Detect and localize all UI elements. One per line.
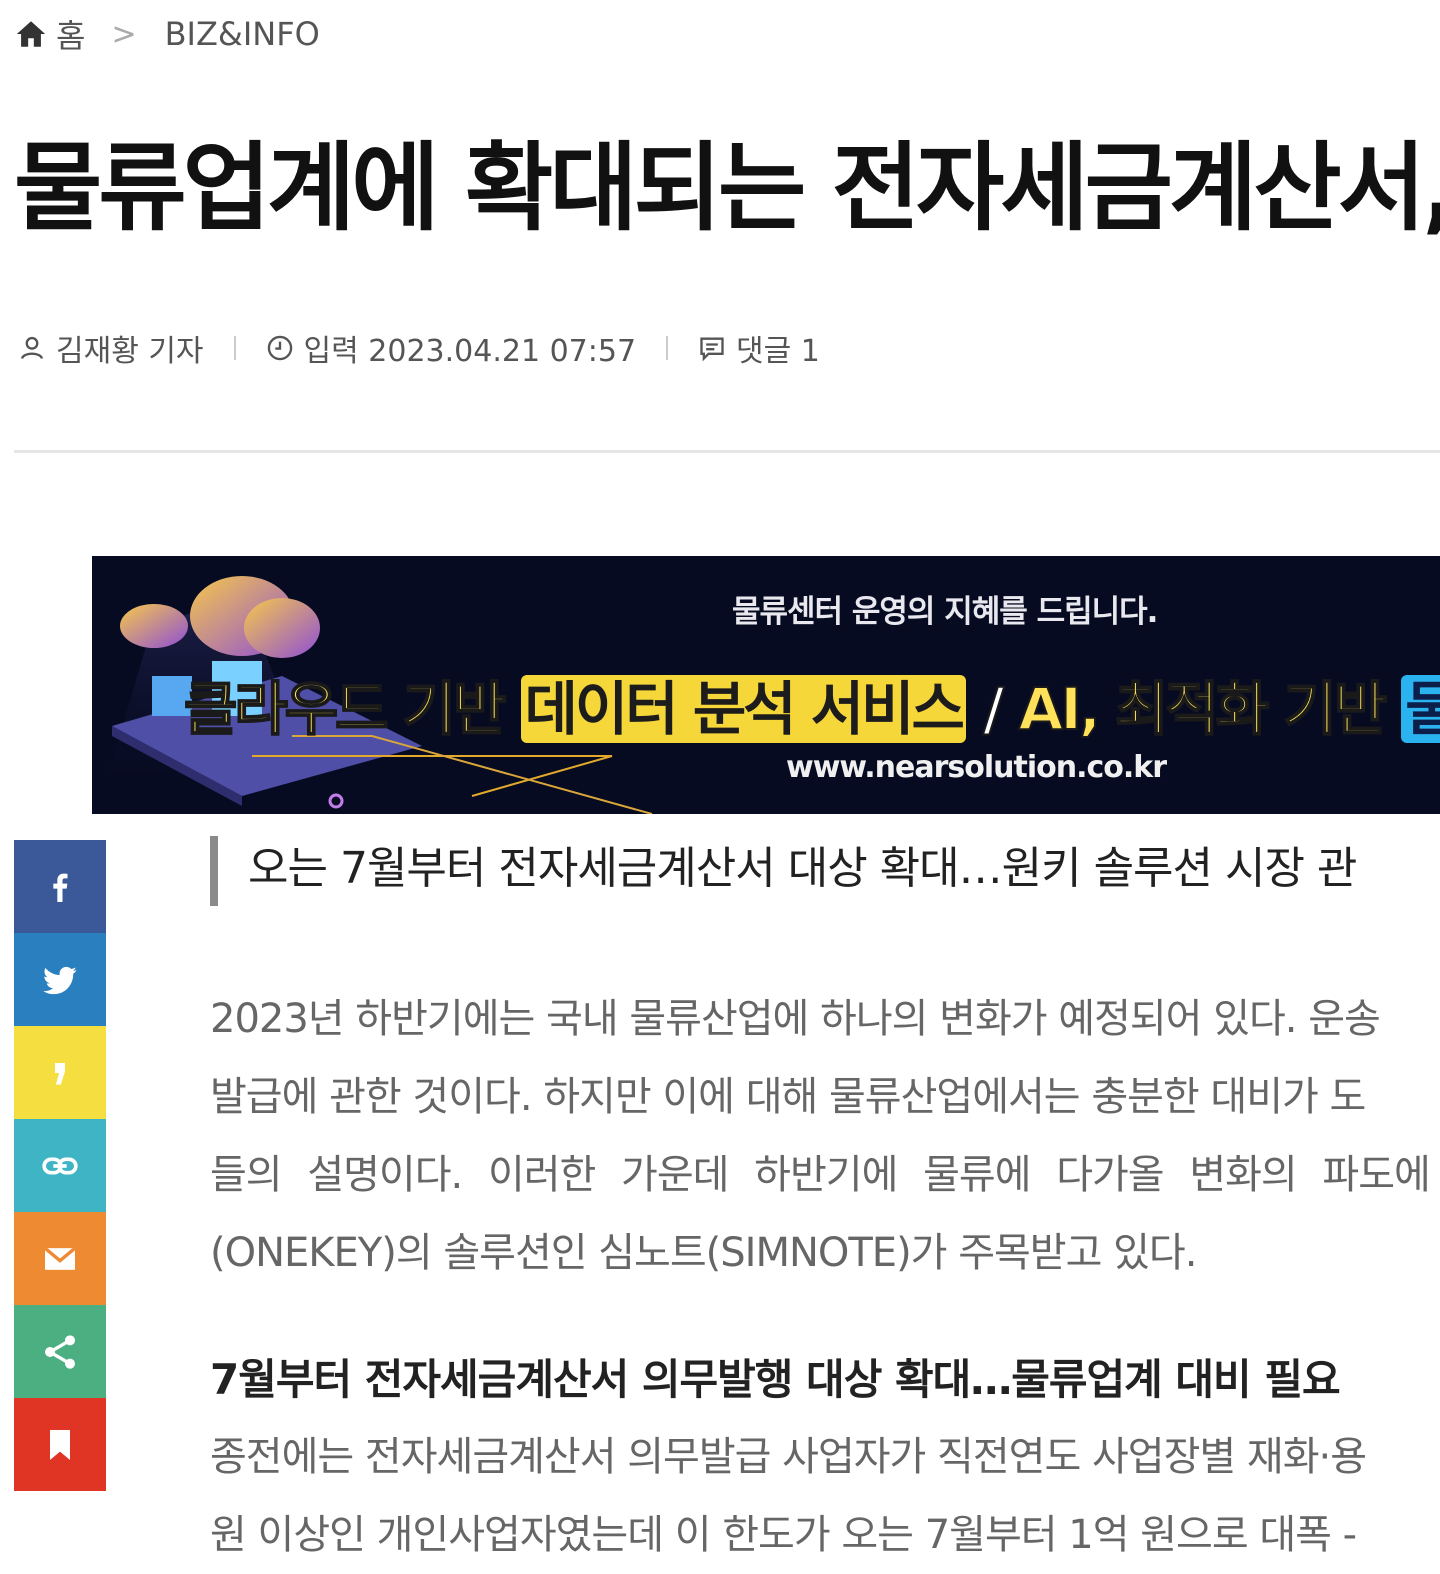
facebook-share-button[interactable] xyxy=(14,840,106,933)
paragraph-line: 발급에 관한 것이다. 하지만 이에 대해 물류산업에서는 충분한 대비가 도 xyxy=(210,1074,1366,1120)
banner-headline-part1: 클라우드 기반 xyxy=(183,674,521,744)
twitter-share-button[interactable] xyxy=(14,933,106,1026)
meta-divider xyxy=(233,336,236,360)
bookmark-icon xyxy=(50,1429,70,1460)
share-sidebar xyxy=(14,840,106,1491)
email-share-button[interactable] xyxy=(14,1212,106,1305)
breadcrumb-home-link[interactable]: 홈 xyxy=(56,11,85,57)
more-share-button[interactable] xyxy=(14,1305,106,1398)
paragraph-line: (ONEKEY)의 솔루션인 심노트(SIMNOTE)가 주목받고 있다. xyxy=(210,1230,1197,1276)
banner-tagline: 물류센터 운영의 지혜를 드립니다. xyxy=(732,594,1158,630)
banner-headline-highlight2: 물류기 xyxy=(1401,675,1440,743)
date-info: 입력 2023.04.21 07:57 xyxy=(266,326,637,370)
author-info: 김재황 기자 xyxy=(18,326,204,370)
article-paragraph: 2023년 하반기에는 국내 물류산업에 하나의 변화가 예정되어 있다. 운송… xyxy=(210,980,1440,1292)
banner-ad[interactable]: 물류센터 운영의 지혜를 드립니다. 클라우드 기반 데이터 분석 서비스 / … xyxy=(92,556,1440,814)
breadcrumb-section-link[interactable]: BIZ&INFO xyxy=(165,15,320,53)
banner-headline-part2: AI, 최적화 기반 xyxy=(1017,674,1402,744)
paragraph-line: 들의 설명이다. 이러한 가운데 하반기에 물류에 다가올 변화의 파도에 xyxy=(210,1152,1431,1198)
meta-divider xyxy=(666,336,669,360)
link-icon xyxy=(42,1157,78,1174)
copy-link-button[interactable] xyxy=(14,1119,106,1212)
user-icon xyxy=(18,334,46,362)
banner-headline: 클라우드 기반 데이터 분석 서비스 / AI, 최적화 기반 물류기 xyxy=(183,662,1440,746)
bookmark-button[interactable] xyxy=(14,1398,106,1491)
banner-url: www.nearsolution.co.kr xyxy=(786,750,1167,785)
paragraph-line: 종전에는 전자세금계산서 의무발급 사업자가 직전연도 사업장별 재화·용 xyxy=(210,1434,1367,1480)
author-name: 김재황 기자 xyxy=(56,334,204,369)
facebook-icon xyxy=(53,873,68,902)
banner-headline-highlight1: 데이터 분석 서비스 xyxy=(520,675,966,743)
article-paragraph: 종전에는 전자세금계산서 의무발급 사업자가 직전연도 사업장별 재화·용 원 … xyxy=(210,1418,1440,1574)
mail-icon xyxy=(43,1246,77,1270)
banner-headline-separator: / xyxy=(965,674,1019,744)
paragraph-line: 2023년 하반기에는 국내 물류산업에 하나의 변화가 예정되어 있다. 운송 xyxy=(210,996,1381,1042)
section-title: 7월부터 전자세금계산서 의무발행 대상 확대…물류업계 대비 필요 xyxy=(210,1355,1341,1404)
article-subheading: 오는 7월부터 전자세금계산서 대상 확대…원키 솔루션 시장 관 xyxy=(210,836,1440,906)
twitter-icon xyxy=(43,966,77,994)
article-title: 물류업계에 확대되는 전자세금계산서, xyxy=(14,132,1440,244)
kakaostory-icon xyxy=(55,1062,65,1085)
share-icon xyxy=(45,1334,75,1369)
breadcrumb: 홈 > BIZ&INFO xyxy=(14,12,320,56)
paragraph-line: 원 이상인 개인사업자였는데 이 한도가 오는 7월부터 1억 원으로 대폭 - xyxy=(210,1512,1357,1558)
article-meta: 김재황 기자 입력 2023.04.21 07:57 댓글 1 xyxy=(18,326,820,370)
chevron-right-icon: > xyxy=(111,16,137,52)
home-icon[interactable] xyxy=(14,17,48,51)
comment-count: 댓글 1 xyxy=(736,334,820,369)
clock-icon xyxy=(266,334,294,362)
comment-icon xyxy=(698,334,726,362)
kakaostory-share-button[interactable] xyxy=(14,1026,106,1119)
header-divider xyxy=(14,450,1440,453)
publish-date: 입력 2023.04.21 07:57 xyxy=(303,334,637,369)
comments-link[interactable]: 댓글 1 xyxy=(698,326,820,370)
